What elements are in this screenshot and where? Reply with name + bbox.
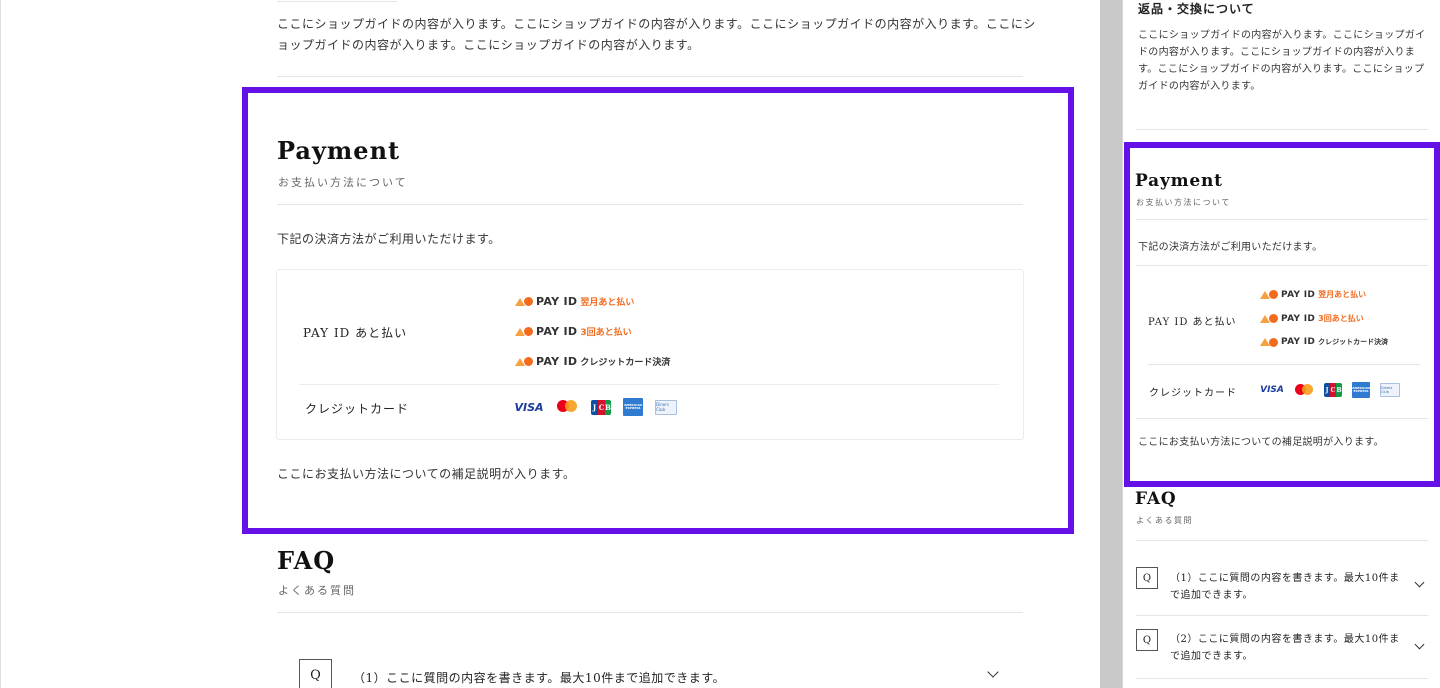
faq-question-text: （1）ここに質問の内容を書きます。最大10件まで追加できます。 bbox=[353, 671, 726, 685]
mobile-faq-title: FAQ bbox=[1135, 489, 1177, 509]
faq-item-divider bbox=[1136, 615, 1428, 616]
faq-subtitle: よくある質問 bbox=[278, 584, 356, 597]
faq-divider bbox=[1136, 540, 1428, 541]
mobile-payment-highlight-frame bbox=[1124, 142, 1440, 487]
faq-q-badge: Q bbox=[1136, 629, 1158, 651]
section-divider bbox=[1136, 129, 1428, 130]
payment-highlight-frame bbox=[242, 87, 1074, 534]
faq-q-badge: Q bbox=[299, 659, 332, 688]
faq-title: FAQ bbox=[277, 546, 336, 575]
return-exchange-heading: 返品・交換について bbox=[1138, 2, 1255, 16]
section-divider bbox=[277, 0, 397, 2]
shop-guide-text: ここにショップガイドの内容が入ります。ここにショップガイドの内容が入ります。ここ… bbox=[277, 17, 1036, 52]
mobile-faq-subtitle: よくある質問 bbox=[1136, 516, 1193, 525]
chevron-down-icon[interactable] bbox=[987, 666, 999, 678]
faq-divider bbox=[277, 612, 1023, 613]
faq-question-text: （2）ここに質問の内容を書きます。最大10件まで追加できます。 bbox=[1170, 634, 1400, 662]
faq-item-divider bbox=[1136, 678, 1428, 679]
section-divider bbox=[277, 76, 1023, 77]
faq-q-badge: Q bbox=[1136, 567, 1158, 589]
faq-question-text: （1）ここに質問の内容を書きます。最大10件まで追加できます。 bbox=[1170, 573, 1400, 601]
mobile-shop-guide-text: ここにショップガイドの内容が入ります。ここにショップガイドの内容が入ります。ここ… bbox=[1138, 30, 1426, 92]
